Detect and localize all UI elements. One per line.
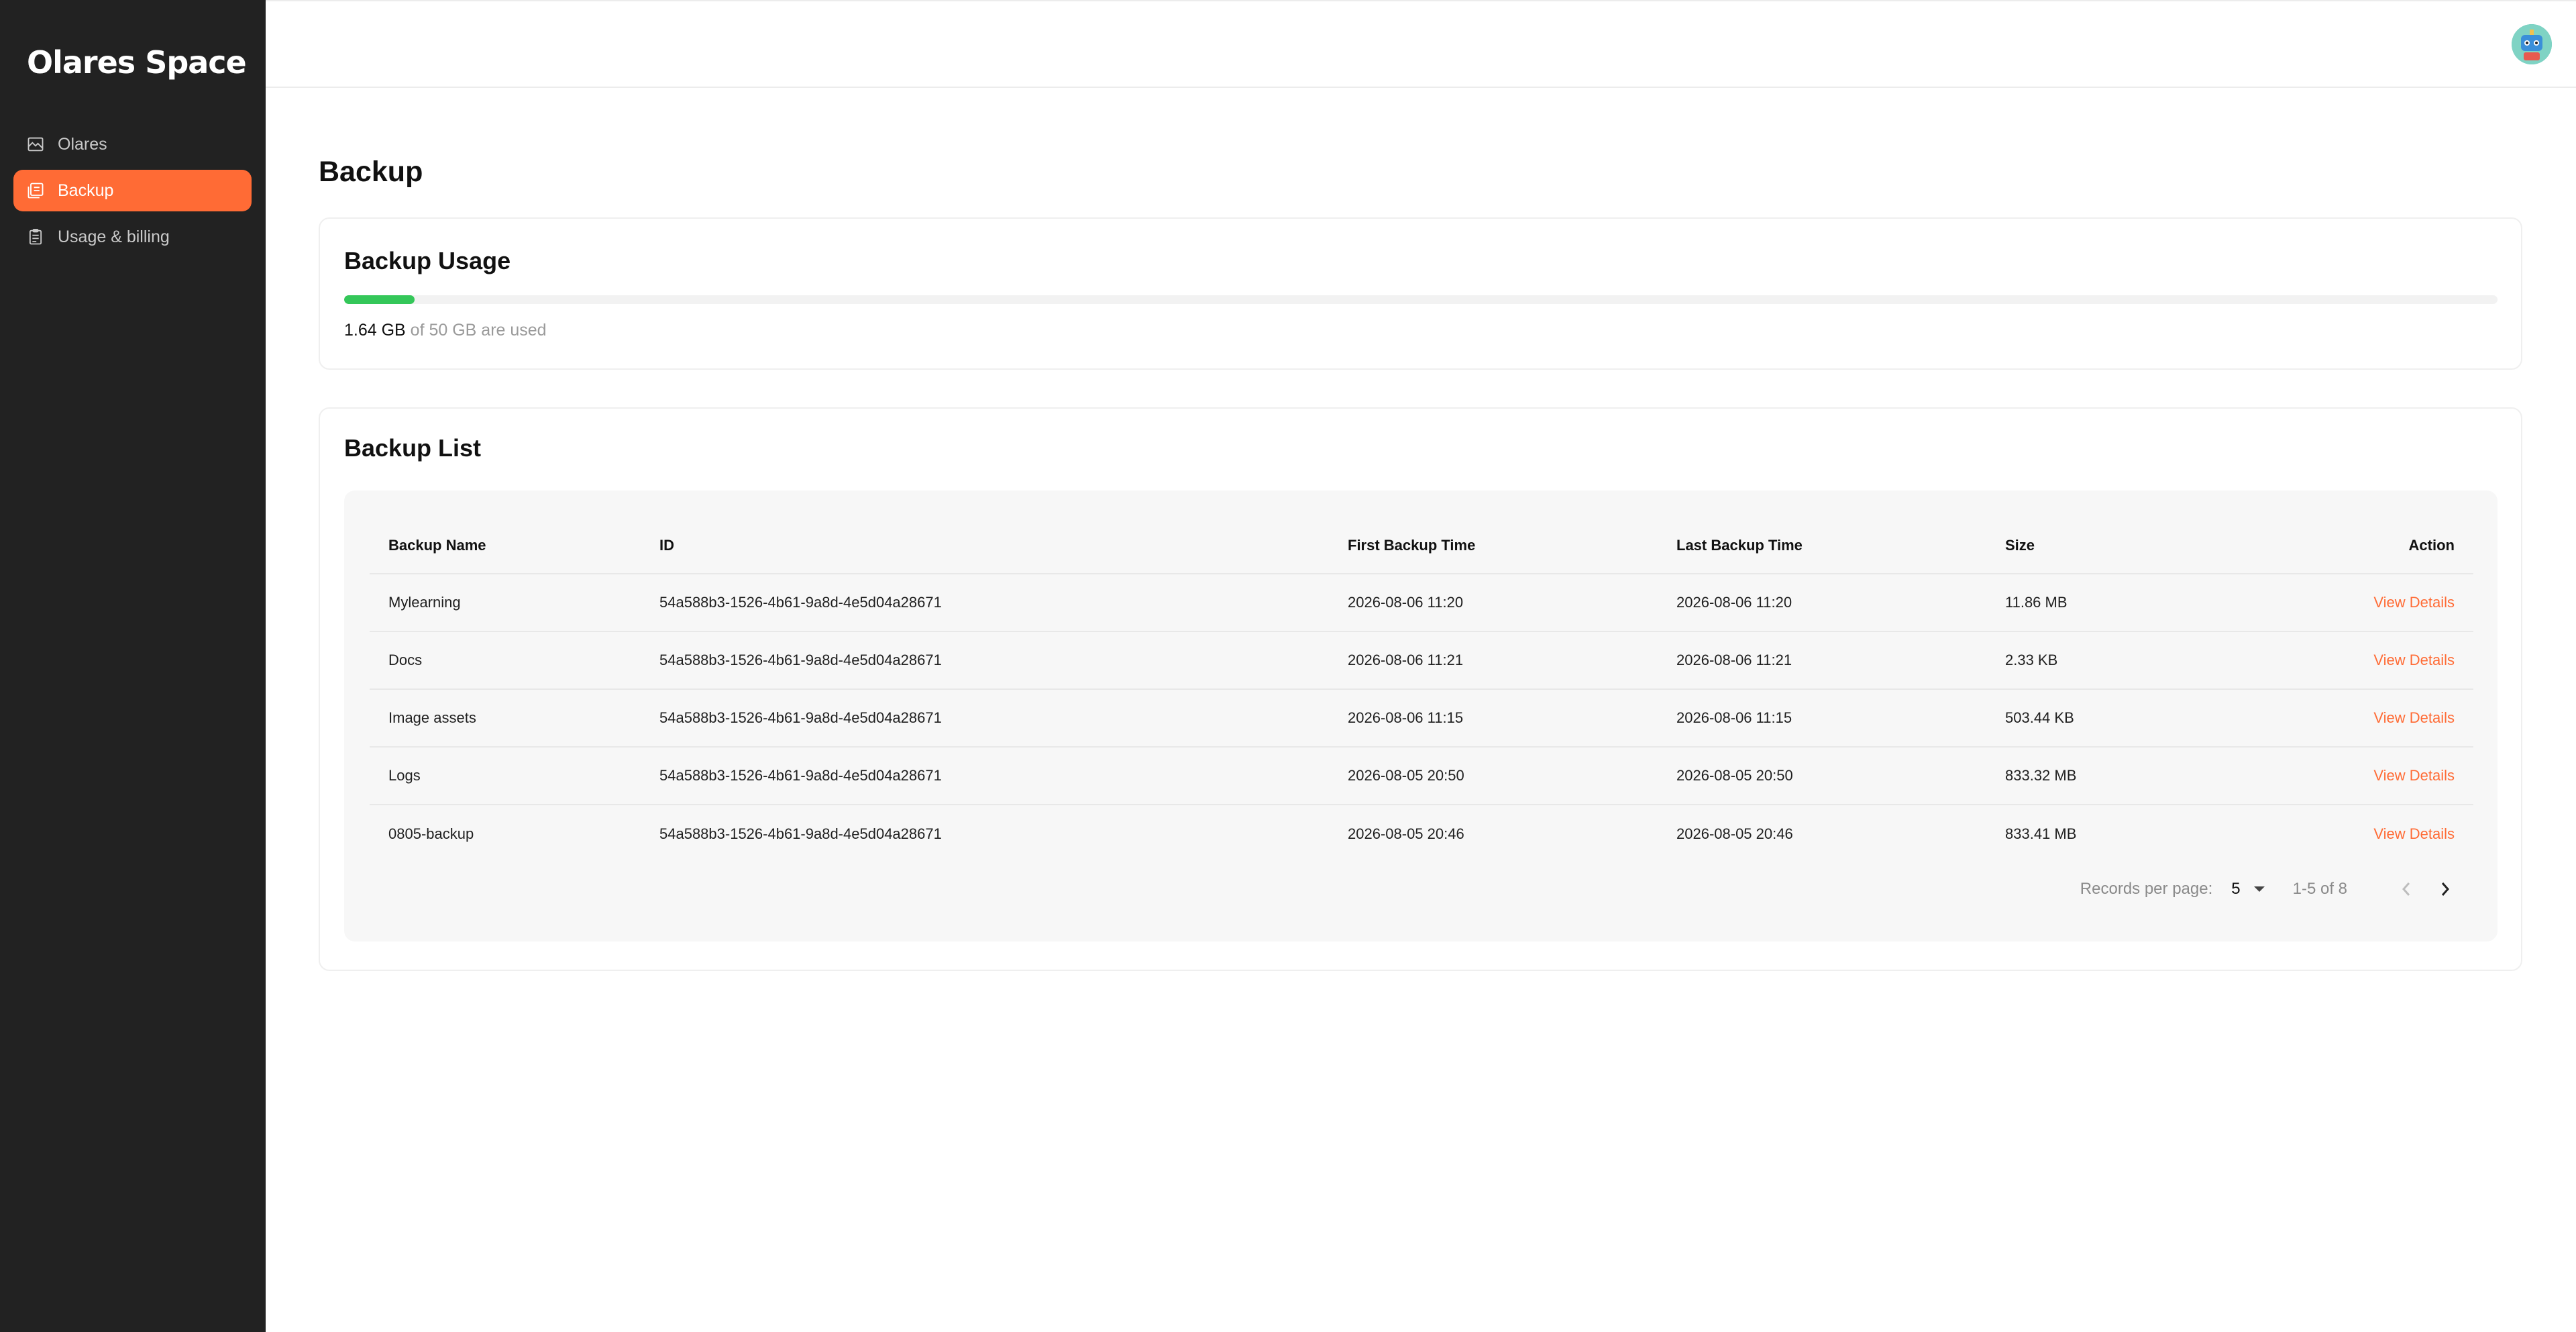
sidebar: Olares Space Olares Backup Usage & billi… bbox=[0, 0, 266, 1332]
cell-id: 54a588b3-1526-4b61-9a8d-4e5d04a28671 bbox=[641, 689, 1329, 748]
cell-size: 2.33 KB bbox=[1986, 631, 2241, 690]
view-details-link[interactable]: View Details bbox=[2373, 594, 2455, 611]
column-header-last-backup-time: Last Backup Time bbox=[1658, 517, 1986, 574]
table-row: Mylearning 54a588b3-1526-4b61-9a8d-4e5d0… bbox=[370, 574, 2473, 632]
cell-first-backup-time: 2026-08-06 11:21 bbox=[1329, 631, 1658, 690]
cell-id: 54a588b3-1526-4b61-9a8d-4e5d04a28671 bbox=[641, 574, 1329, 632]
cell-first-backup-time: 2026-08-06 11:20 bbox=[1329, 574, 1658, 632]
cell-last-backup-time: 2026-08-05 20:50 bbox=[1658, 747, 1986, 805]
cell-action: View Details bbox=[2241, 631, 2473, 690]
cell-action: View Details bbox=[2241, 689, 2473, 748]
cell-backup-name: Docs bbox=[370, 631, 641, 690]
pagination-range: 1-5 of 8 bbox=[2292, 880, 2347, 898]
usage-text: 1.64 GB of 50 GB are used bbox=[344, 321, 547, 340]
backup-list-title: Backup List bbox=[344, 434, 482, 462]
table-row: Logs 54a588b3-1526-4b61-9a8d-4e5d04a2867… bbox=[370, 747, 2473, 805]
cell-id: 54a588b3-1526-4b61-9a8d-4e5d04a28671 bbox=[659, 825, 942, 842]
usage-total-text: of 50 GB are used bbox=[405, 321, 547, 340]
table-row: Docs 54a588b3-1526-4b61-9a8d-4e5d04a2867… bbox=[370, 631, 2473, 690]
column-header-backup-name: Backup Name bbox=[370, 517, 641, 574]
cell-last-backup-time: 2026-08-06 11:15 bbox=[1658, 689, 1986, 748]
cell-backup-name: Image assets bbox=[370, 689, 641, 748]
usage-progress-fill bbox=[344, 295, 415, 304]
backup-table-container: Backup Name ID First Backup Time Last Ba… bbox=[344, 491, 2498, 941]
table-header-row: Backup Name ID First Backup Time Last Ba… bbox=[370, 517, 2473, 574]
records-per-page-label: Records per page: bbox=[2080, 880, 2213, 898]
backup-list-card: Backup List Backup Name ID First Backup … bbox=[319, 407, 2522, 971]
view-details-link[interactable]: View Details bbox=[2373, 652, 2455, 668]
cell-last-backup-time: 2026-08-05 20:46 bbox=[1676, 825, 1793, 842]
cell-action: View Details bbox=[2241, 805, 2473, 862]
chevron-right-icon bbox=[2441, 882, 2450, 896]
sidebar-item-usage-billing[interactable]: Usage & billing bbox=[13, 216, 252, 258]
top-header bbox=[266, 0, 2576, 88]
column-header-size: Size bbox=[1986, 517, 2241, 574]
cell-size: 833.41 MB bbox=[2005, 825, 2077, 842]
backup-table: Backup Name ID First Backup Time Last Ba… bbox=[370, 517, 2473, 862]
cell-size: 503.44 KB bbox=[1986, 689, 2241, 748]
column-header-id: ID bbox=[641, 517, 1329, 574]
usage-used-value: 1.64 GB bbox=[344, 321, 406, 340]
cell-first-backup-time: 2026-08-06 11:15 bbox=[1329, 689, 1658, 748]
cell-last-backup-time: 2026-08-06 11:21 bbox=[1658, 631, 1986, 690]
cell-first-backup-time: 2026-08-05 20:50 bbox=[1329, 747, 1658, 805]
view-details-link[interactable]: View Details bbox=[2373, 767, 2455, 784]
column-header-first-backup-time: First Backup Time bbox=[1329, 517, 1658, 574]
image-icon bbox=[25, 134, 46, 154]
cell-backup-name: Logs bbox=[370, 747, 641, 805]
records-per-page-value: 5 bbox=[2231, 880, 2241, 898]
cell-last-backup-time: 2026-08-06 11:20 bbox=[1658, 574, 1986, 632]
cell-action: View Details bbox=[2241, 747, 2473, 805]
cell-action: View Details bbox=[2241, 574, 2473, 632]
cell-size: 833.32 MB bbox=[1986, 747, 2241, 805]
clipboard-icon bbox=[25, 227, 46, 247]
next-page-button[interactable] bbox=[2432, 876, 2459, 903]
sidebar-item-backup[interactable]: Backup bbox=[13, 170, 252, 211]
cell-id: 54a588b3-1526-4b61-9a8d-4e5d04a28671 bbox=[641, 747, 1329, 805]
backup-usage-title: Backup Usage bbox=[344, 247, 511, 274]
cell-backup-name: Mylearning bbox=[370, 574, 641, 632]
cell-id: 54a588b3-1526-4b61-9a8d-4e5d04a28671 bbox=[641, 631, 1329, 690]
prev-page-button[interactable] bbox=[2393, 876, 2420, 903]
sidebar-item-label: Backup bbox=[58, 181, 114, 200]
sidebar-item-label: Olares bbox=[58, 134, 107, 154]
page-title: Backup bbox=[319, 156, 423, 188]
backup-usage-card: Backup Usage 1.64 GB of 50 GB are used bbox=[319, 217, 2522, 370]
sidebar-item-olares[interactable]: Olares bbox=[13, 123, 252, 165]
user-avatar[interactable] bbox=[2512, 24, 2552, 64]
backup-icon bbox=[25, 181, 46, 201]
pagination: Records per page: 5 1-5 of 8 bbox=[2080, 876, 2459, 903]
cell-first-backup-time: 2026-08-05 20:46 bbox=[1348, 825, 1464, 842]
usage-progress-bar bbox=[344, 295, 2498, 304]
avatar-icon bbox=[2512, 24, 2552, 64]
cell-size: 11.86 MB bbox=[1986, 574, 2241, 632]
table-row: 0805-backup 54a588b3-1526-4b61-9a8d-4e5d… bbox=[370, 805, 2473, 862]
view-details-link[interactable]: View Details bbox=[2373, 825, 2455, 842]
sidebar-item-label: Usage & billing bbox=[58, 227, 170, 246]
cell-backup-name: 0805-backup bbox=[388, 825, 474, 842]
app-logo: Olares Space bbox=[27, 44, 247, 81]
column-header-action: Action bbox=[2241, 517, 2473, 574]
chevron-left-icon bbox=[2402, 882, 2410, 896]
records-per-page-select[interactable]: 5 bbox=[2231, 880, 2265, 899]
view-details-link[interactable]: View Details bbox=[2373, 709, 2455, 726]
table-row: Image assets 54a588b3-1526-4b61-9a8d-4e5… bbox=[370, 689, 2473, 748]
caret-down-icon bbox=[2253, 886, 2265, 892]
